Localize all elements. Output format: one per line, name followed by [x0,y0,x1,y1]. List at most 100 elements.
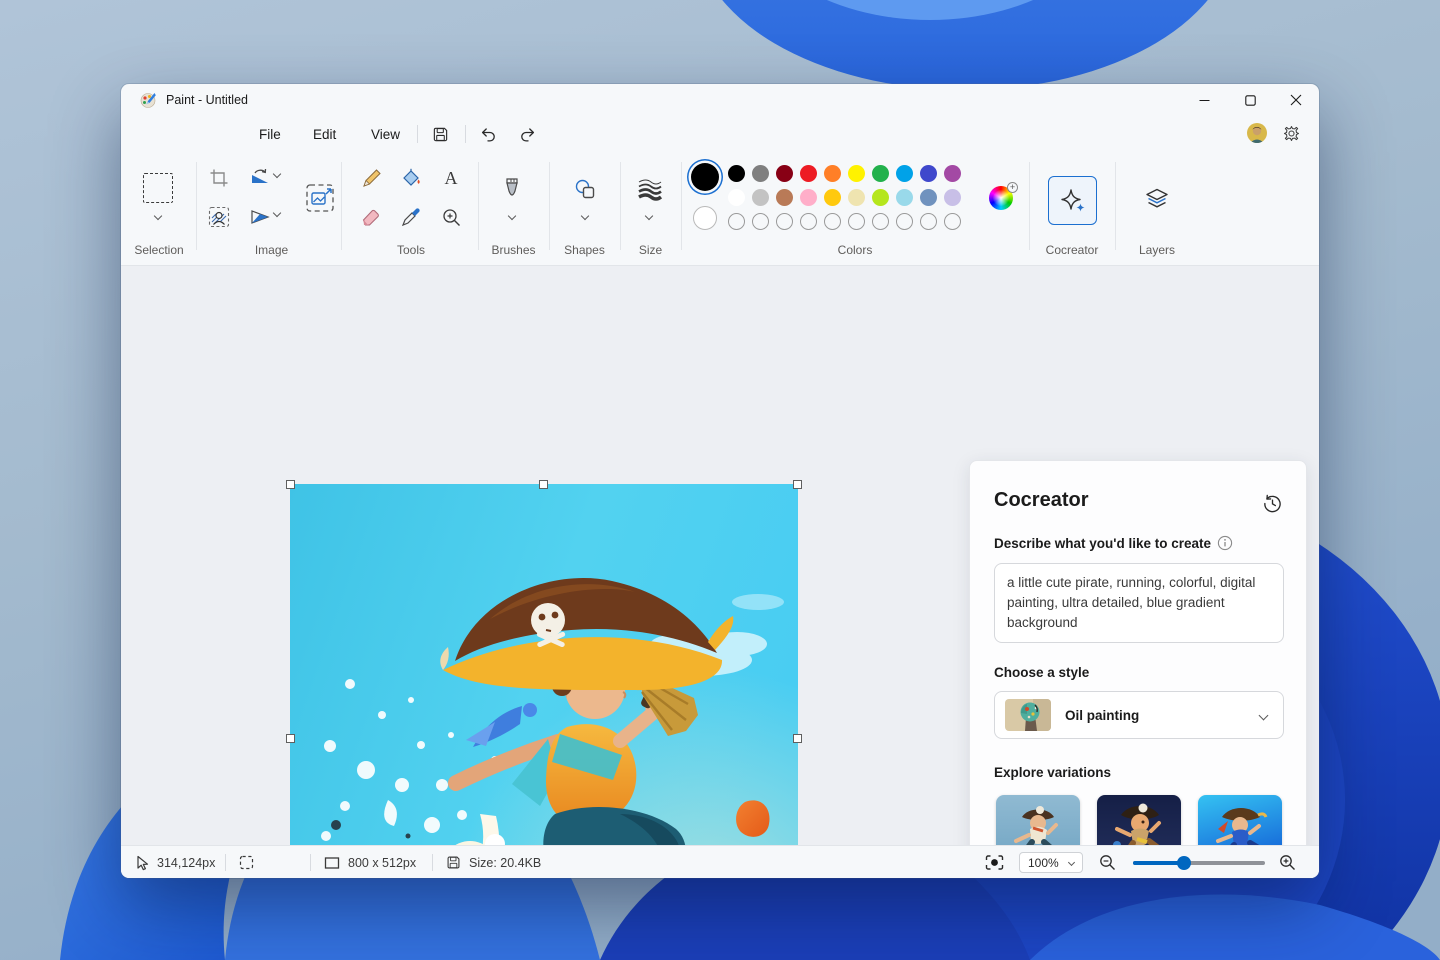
menu-view[interactable]: View [359,122,412,146]
color-swatch[interactable] [728,189,745,206]
color-swatch[interactable] [776,165,793,182]
shapes-dropdown[interactable] [578,210,592,222]
ribbon-divider [549,162,550,250]
brushes-dropdown[interactable] [505,210,519,222]
magnifier-icon [441,207,462,228]
zoom-level-dropdown[interactable]: 100% [1019,852,1083,873]
empty-color-swatch[interactable] [848,213,865,230]
menu-file[interactable]: File [247,122,293,146]
zoom-out-icon [1099,854,1116,871]
stroke-size-icon [637,177,663,201]
redo-button[interactable] [516,122,540,146]
group-label-tools: Tools [356,243,466,257]
selection-handle-top-middle[interactable] [539,480,548,489]
brushes-button[interactable] [497,174,527,204]
info-icon[interactable] [1217,535,1233,551]
settings-button[interactable] [1279,121,1303,145]
background-color-swatch[interactable] [693,206,717,230]
file-size-value: Size: 20.4KB [469,856,541,870]
empty-color-swatch[interactable] [872,213,889,230]
minimize-button[interactable] [1181,84,1227,116]
color-swatch[interactable] [728,165,745,182]
color-picker-tool-button[interactable] [396,202,426,232]
empty-color-swatch[interactable] [824,213,841,230]
selection-handle-middle-left[interactable] [286,734,295,743]
chevron-down-icon [1068,859,1075,866]
zoom-slider-thumb[interactable] [1177,856,1191,870]
color-swatch[interactable] [776,189,793,206]
foreground-color-swatch[interactable] [691,163,719,191]
history-button[interactable] [1260,491,1284,515]
cocreator-button[interactable] [1048,176,1097,225]
canvas-area[interactable]: Cocreator Describe what you'd like to cr… [121,266,1319,845]
color-swatch[interactable] [944,189,961,206]
zoom-in-icon [1279,854,1296,871]
text-tool-button[interactable]: A [436,163,466,193]
empty-color-swatch[interactable] [728,213,745,230]
variations-label: Explore variations [994,765,1111,780]
style-dropdown[interactable]: Oil painting [994,691,1284,739]
rotate-dropdown[interactable] [270,168,284,180]
style-selected-value: Oil painting [1065,708,1260,723]
selection-handle-top-right[interactable] [793,480,802,489]
zoom-out-button[interactable] [1099,846,1116,878]
color-swatch[interactable] [920,189,937,206]
canvas-image[interactable] [290,484,798,878]
zoom-slider[interactable] [1133,861,1265,865]
prompt-input[interactable]: a little cute pirate, running, colorful,… [994,563,1284,643]
color-swatch[interactable] [872,165,889,182]
flip-dropdown[interactable] [270,207,284,219]
color-swatch[interactable] [800,165,817,182]
pencil-icon [361,168,382,189]
eraser-tool-button[interactable] [356,202,386,232]
titlebar[interactable]: Paint - Untitled [121,84,1319,116]
crop-button[interactable] [204,163,234,193]
text-icon: A [441,168,461,188]
color-swatch[interactable] [896,189,913,206]
fill-tool-button[interactable] [396,163,426,193]
layers-button[interactable] [1142,185,1172,215]
swatch-row-1 [728,165,961,182]
empty-color-swatch[interactable] [896,213,913,230]
color-swatch[interactable] [848,189,865,206]
account-avatar[interactable] [1247,123,1267,143]
selection-handle-top-left[interactable] [286,480,295,489]
color-swatch[interactable] [872,189,889,206]
empty-color-swatch[interactable] [800,213,817,230]
resize-image-button[interactable] [302,180,338,216]
size-button[interactable] [635,174,665,204]
zoom-in-button[interactable] [1279,846,1296,878]
magnifier-tool-button[interactable] [436,202,466,232]
empty-color-swatch[interactable] [944,213,961,230]
selection-dropdown[interactable] [151,210,165,222]
empty-color-swatch[interactable] [920,213,937,230]
size-dropdown[interactable] [642,210,656,222]
save-button[interactable] [428,122,452,146]
fit-to-screen-button[interactable] [985,846,1004,878]
selection-tool-button[interactable] [143,173,173,203]
color-swatch[interactable] [848,165,865,182]
color-swatch[interactable] [800,189,817,206]
color-swatch[interactable] [896,165,913,182]
pencil-tool-button[interactable] [356,163,386,193]
selection-handle-middle-right[interactable] [793,734,802,743]
group-label-size: Size [620,243,681,257]
maximize-button[interactable] [1227,84,1273,116]
color-swatch[interactable] [752,165,769,182]
remove-background-button[interactable] [204,202,234,232]
group-label-layers: Layers [1115,243,1199,257]
color-swatch[interactable] [944,165,961,182]
color-swatch[interactable] [920,165,937,182]
window-title: Paint - Untitled [166,93,248,107]
color-swatch[interactable] [824,189,841,206]
color-swatch[interactable] [752,189,769,206]
canvas-size-icon [324,856,340,870]
zoom-level-value: 100% [1028,856,1059,870]
shapes-button[interactable] [570,174,600,204]
color-swatch[interactable] [824,165,841,182]
empty-color-swatch[interactable] [776,213,793,230]
undo-button[interactable] [476,122,500,146]
close-button[interactable] [1273,84,1319,116]
empty-color-swatch[interactable] [752,213,769,230]
remove-background-icon [208,206,230,228]
